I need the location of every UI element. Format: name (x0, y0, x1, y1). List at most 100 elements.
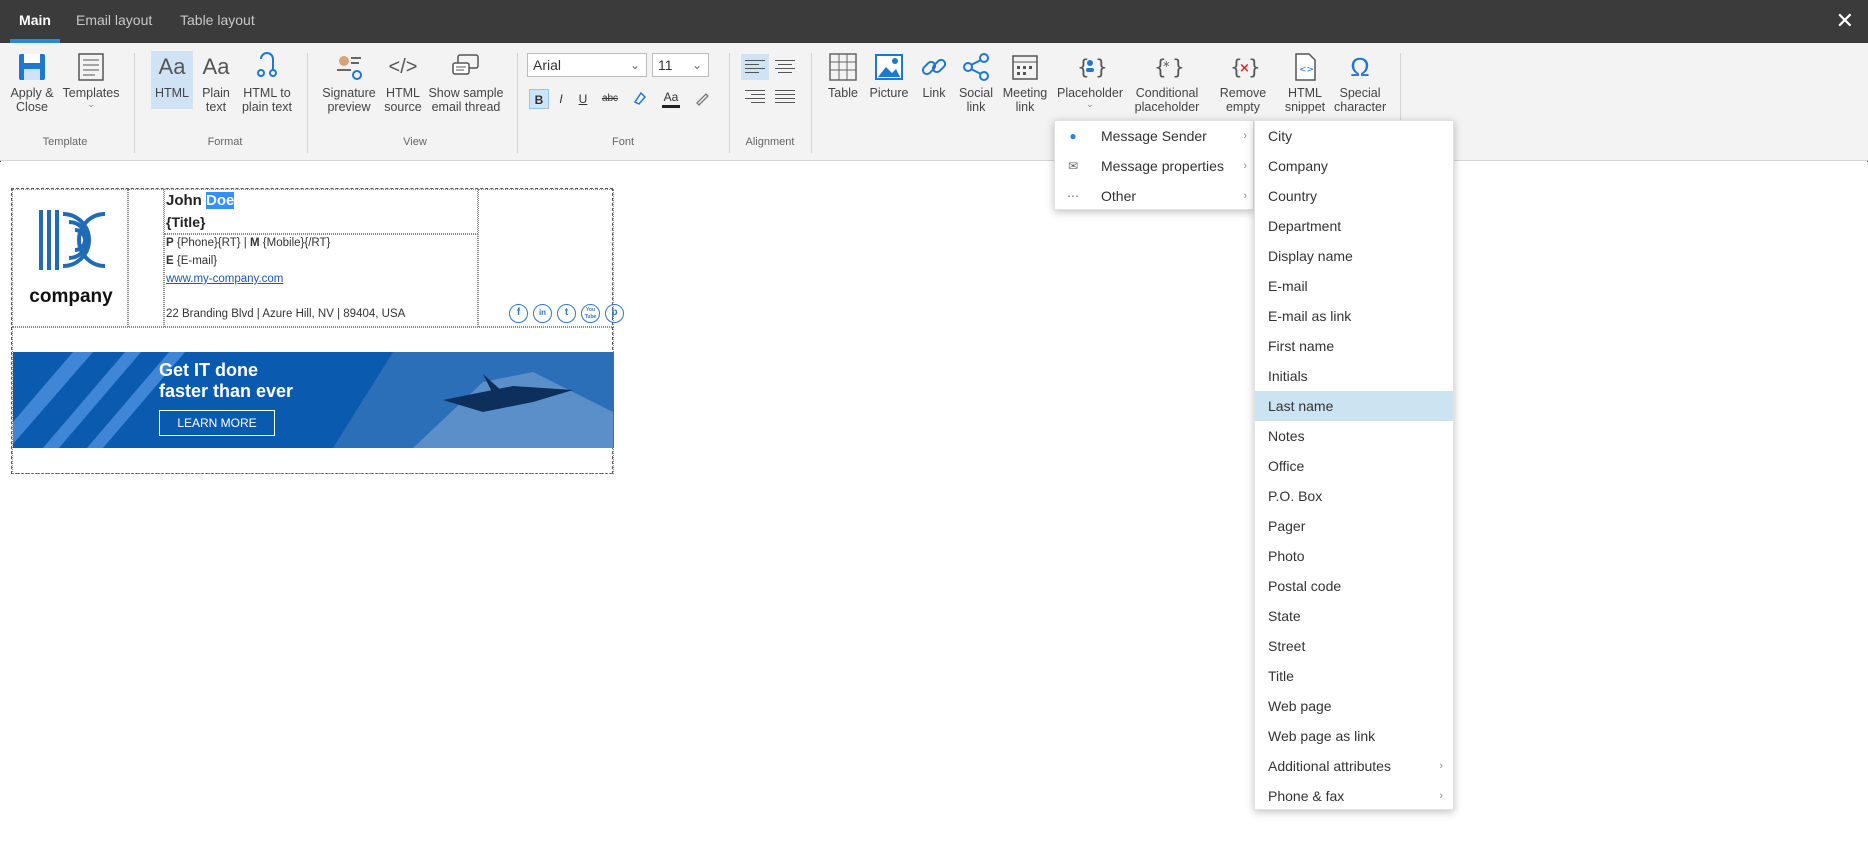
code-icon: </> (388, 56, 418, 78)
pen-icon[interactable] (692, 89, 712, 109)
chevron-down-icon: ⌄ (629, 58, 641, 72)
link-icon (921, 58, 947, 76)
placeholder-button[interactable]: {} Placeholder ⌄ (1054, 51, 1126, 109)
signature-title: {Title} (166, 214, 206, 230)
html-to-plain-text-button[interactable]: HTML to plain text (238, 51, 296, 114)
strikethrough-button[interactable]: abc (600, 89, 620, 109)
templates-label: Templates (62, 86, 120, 100)
promo-banner[interactable]: Get IT done faster than ever LEARN MORE (13, 352, 614, 448)
divider (729, 53, 730, 153)
menu-item-message-properties[interactable]: ✉ Message properties › (1055, 151, 1255, 181)
special-character-button[interactable]: Ω Special character (1334, 51, 1386, 114)
remove-empty-placeholders-button[interactable]: {}× Remove empty (1216, 51, 1270, 114)
italic-button[interactable]: I (551, 89, 571, 109)
tab-main[interactable]: Main (10, 0, 60, 43)
envelope-icon: ✉ (1067, 159, 1079, 173)
font-color-button[interactable]: Aa (661, 87, 681, 111)
facebook-icon[interactable]: f (509, 304, 528, 323)
submenu-item-additional-attributes[interactable]: Additional attributes › (1255, 751, 1453, 781)
spacer-cell[interactable] (128, 189, 164, 327)
show-sample-email-thread-button[interactable]: Show sample email thread (428, 51, 504, 114)
editor-canvas[interactable]: company John Doe {Title} P {Phone}{RT} |… (0, 162, 1868, 852)
group-label-format: Format (207, 136, 243, 148)
submenu-item-postal-code[interactable]: Postal code (1255, 571, 1453, 601)
meeting-link-label-1: Meeting (1002, 86, 1048, 100)
submenu-item-label: Photo (1268, 548, 1305, 564)
bold-button[interactable]: B (529, 89, 549, 109)
save-icon (19, 54, 45, 80)
pinterest-icon[interactable]: p (605, 304, 624, 323)
apply-close-button[interactable]: Apply & Close (8, 51, 56, 114)
submenu-item-web-page[interactable]: Web page (1255, 691, 1453, 721)
twitter-icon[interactable]: t (557, 304, 576, 323)
divider (517, 53, 518, 153)
menu-item-message-sender[interactable]: ● Message Sender › (1055, 121, 1255, 151)
name-cell[interactable]: John Doe {Title} (164, 189, 478, 234)
submenu-item-display-name[interactable]: Display name (1255, 241, 1453, 271)
submenu-item-last-name[interactable]: Last name (1255, 391, 1453, 421)
meeting-link-button[interactable]: Meeting link (1002, 51, 1048, 114)
html-source-button[interactable]: </> HTML source (382, 51, 424, 114)
align-right-button[interactable] (741, 84, 769, 110)
logo-cell[interactable]: company (12, 189, 128, 327)
website-link[interactable]: www.my-company.com (166, 273, 283, 285)
plain-text-button[interactable]: Aa Plain text (197, 51, 235, 114)
templates-button[interactable]: Templates ⌄ (62, 51, 120, 109)
html-snippet-button[interactable]: <> HTML snippet (1282, 51, 1328, 114)
show-sample-label-1: Show sample (428, 86, 504, 100)
highlight-icon[interactable] (630, 89, 650, 109)
justify-button[interactable] (771, 84, 799, 110)
contact-cell[interactable]: P {Phone}{RT} | M {Mobile}{/RT} E {E-mai… (164, 234, 478, 327)
banner-graphic (13, 352, 614, 448)
submenu-item-e-mail-as-link[interactable]: E-mail as link (1255, 301, 1453, 331)
close-icon[interactable]: ✕ (1836, 8, 1854, 34)
submenu-item-label: Postal code (1268, 578, 1342, 594)
youtube-icon[interactable]: You Tube (581, 304, 600, 323)
ellipsis-icon: ⋯ (1067, 189, 1079, 203)
link-button[interactable]: Link (916, 51, 952, 100)
submenu-item-p-o-box[interactable]: P.O. Box (1255, 481, 1453, 511)
table-button[interactable]: Table (824, 51, 862, 100)
submenu-item-country[interactable]: Country (1255, 181, 1453, 211)
svg-text:*: * (1163, 60, 1170, 75)
signature-table[interactable]: company John Doe {Title} P {Phone}{RT} |… (11, 188, 624, 474)
submenu-item-street[interactable]: Street (1255, 631, 1453, 661)
linkedin-icon[interactable]: in (533, 304, 552, 323)
align-center-button[interactable] (771, 54, 799, 80)
social-cell[interactable]: f in t You Tube p (478, 189, 624, 327)
submenu-item-label: Phone & fax (1268, 788, 1345, 804)
menu-item-other[interactable]: ⋯ Other › (1055, 181, 1255, 211)
underline-button[interactable]: U (573, 89, 593, 109)
conditional-placeholder-label-1: Conditional (1135, 86, 1199, 100)
submenu-item-first-name[interactable]: First name (1255, 331, 1453, 361)
conditional-placeholder-button[interactable]: {}* Conditional placeholder (1130, 51, 1204, 114)
submenu-item-e-mail[interactable]: E-mail (1255, 271, 1453, 301)
submenu-item-initials[interactable]: Initials (1255, 361, 1453, 391)
submenu-item-photo[interactable]: Photo (1255, 541, 1453, 571)
submenu-item-department[interactable]: Department (1255, 211, 1453, 241)
social-link-label-1: Social (958, 86, 994, 100)
html-format-button[interactable]: Aa HTML (151, 51, 193, 109)
banner-cell[interactable]: Get IT done faster than ever LEARN MORE (12, 327, 614, 474)
align-left-button[interactable] (741, 54, 769, 80)
chevron-down-icon: ⌄ (87, 99, 95, 109)
submenu-item-phone-fax[interactable]: Phone & fax › (1255, 781, 1453, 811)
font-size-select[interactable]: 11 ⌄ (652, 53, 709, 77)
submenu-item-company[interactable]: Company (1255, 151, 1453, 181)
submenu-item-web-page-as-link[interactable]: Web page as link (1255, 721, 1453, 751)
signature-preview-button[interactable]: Signature preview (320, 51, 378, 114)
table-label: Table (828, 86, 858, 100)
learn-more-button[interactable]: LEARN MORE (159, 410, 275, 436)
submenu-item-office[interactable]: Office (1255, 451, 1453, 481)
submenu-item-pager[interactable]: Pager (1255, 511, 1453, 541)
tab-table-layout[interactable]: Table layout (180, 0, 255, 43)
html-snippet-label-1: HTML (1287, 86, 1323, 100)
picture-button[interactable]: Picture (868, 51, 910, 100)
submenu-item-title[interactable]: Title (1255, 661, 1453, 691)
submenu-item-city[interactable]: City (1255, 121, 1453, 151)
tab-email-layout[interactable]: Email layout (76, 0, 152, 43)
submenu-item-state[interactable]: State (1255, 601, 1453, 631)
social-link-button[interactable]: Social link (956, 51, 996, 114)
submenu-item-notes[interactable]: Notes (1255, 421, 1453, 451)
font-name-select[interactable]: Arial ⌄ (527, 53, 647, 77)
